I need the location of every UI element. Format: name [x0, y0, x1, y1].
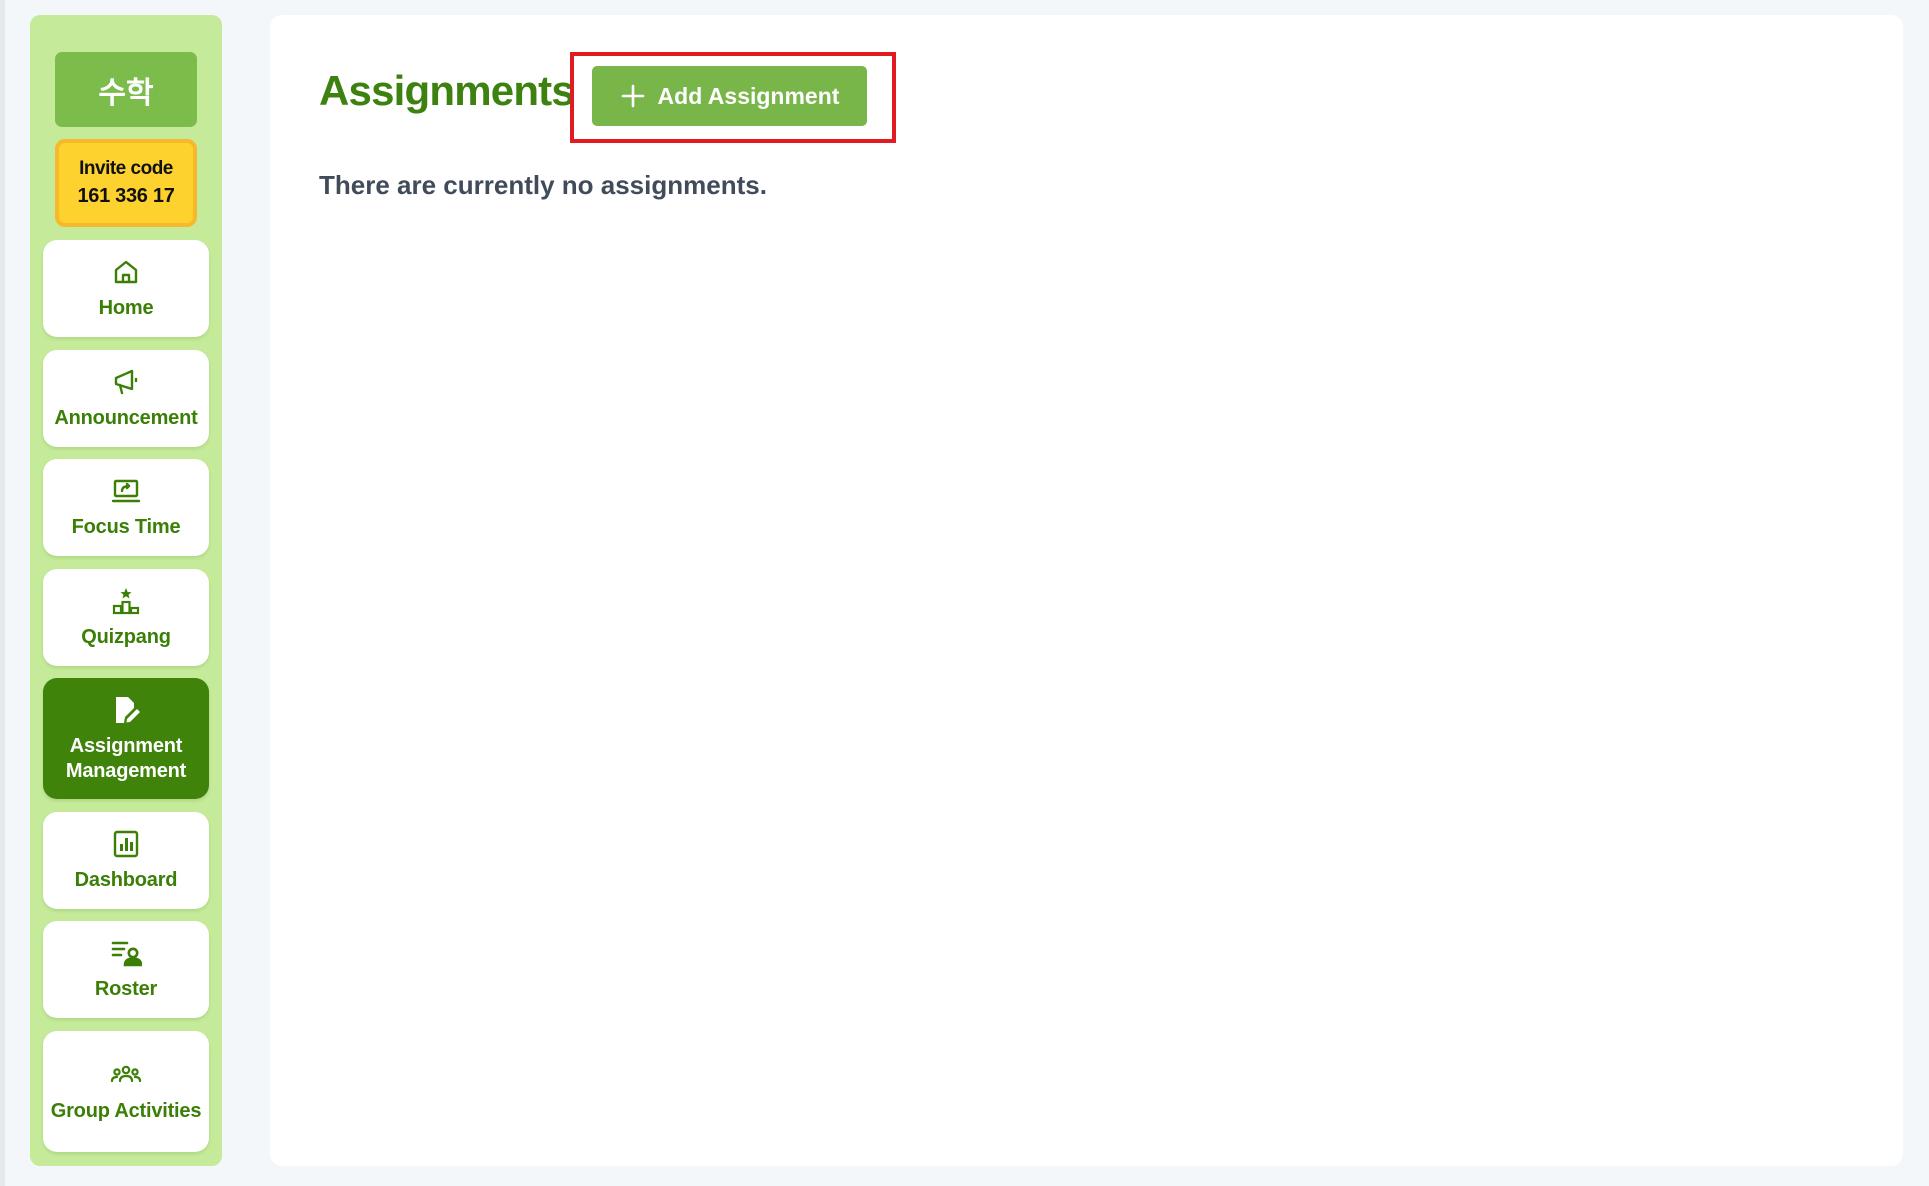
invite-code-label: Invite code	[79, 157, 173, 179]
empty-state-message: There are currently no assignments.	[319, 170, 767, 200]
sidebar-item-group-activities[interactable]: Group Activities	[43, 1031, 209, 1152]
add-assignment-button[interactable]: Add Assignment	[592, 66, 867, 126]
invite-code-box[interactable]: Invite code 161 336 17	[55, 139, 197, 227]
sidebar-item-label: Home	[98, 297, 154, 319]
window-edge	[0, 0, 5, 1186]
add-assignment-label: Add Assignment	[657, 82, 840, 109]
sidebar-item-focus-time[interactable]: Focus Time	[43, 459, 209, 556]
page-title: Assignments	[319, 67, 575, 114]
sidebar-item-dashboard[interactable]: Dashboard	[43, 812, 209, 909]
sidebar-item-assignment-management[interactable]: Assignment Management	[43, 678, 209, 799]
main-panel: Assignments Add Assignment There are cur…	[270, 15, 1903, 1166]
sidebar: 수학 Invite code 161 336 17 Home Announcem…	[30, 15, 222, 1166]
edit-document-icon	[116, 696, 140, 723]
sidebar-item-label: Quizpang	[81, 626, 171, 648]
laptop-icon	[111, 479, 141, 503]
roster-list-icon	[111, 941, 142, 967]
bar-chart-icon	[113, 830, 139, 858]
invite-code-value: 161 336 17	[77, 185, 175, 208]
sidebar-item-roster[interactable]: Roster	[43, 921, 209, 1018]
podium-star-icon	[112, 588, 140, 615]
home-icon	[114, 260, 138, 284]
sidebar-item-label: Dashboard	[74, 869, 178, 891]
plus-icon	[621, 84, 644, 108]
sidebar-item-home[interactable]: Home	[43, 240, 209, 337]
sidebar-item-announcement[interactable]: Announcement	[43, 350, 209, 447]
group-icon	[110, 1065, 142, 1083]
megaphone-icon	[114, 369, 138, 395]
sidebar-item-label: Group Activities	[50, 1100, 202, 1122]
sidebar-item-label: Roster	[94, 978, 158, 1000]
sidebar-item-quizpang[interactable]: Quizpang	[43, 569, 209, 666]
class-name-badge[interactable]: 수학	[55, 52, 197, 127]
page: 수학 Invite code 161 336 17 Home Announcem…	[0, 0, 1929, 1186]
sidebar-item-label: Announcement	[54, 407, 198, 429]
sidebar-item-label: Focus Time	[71, 516, 181, 538]
sidebar-item-label: Assignment Management	[65, 734, 187, 782]
